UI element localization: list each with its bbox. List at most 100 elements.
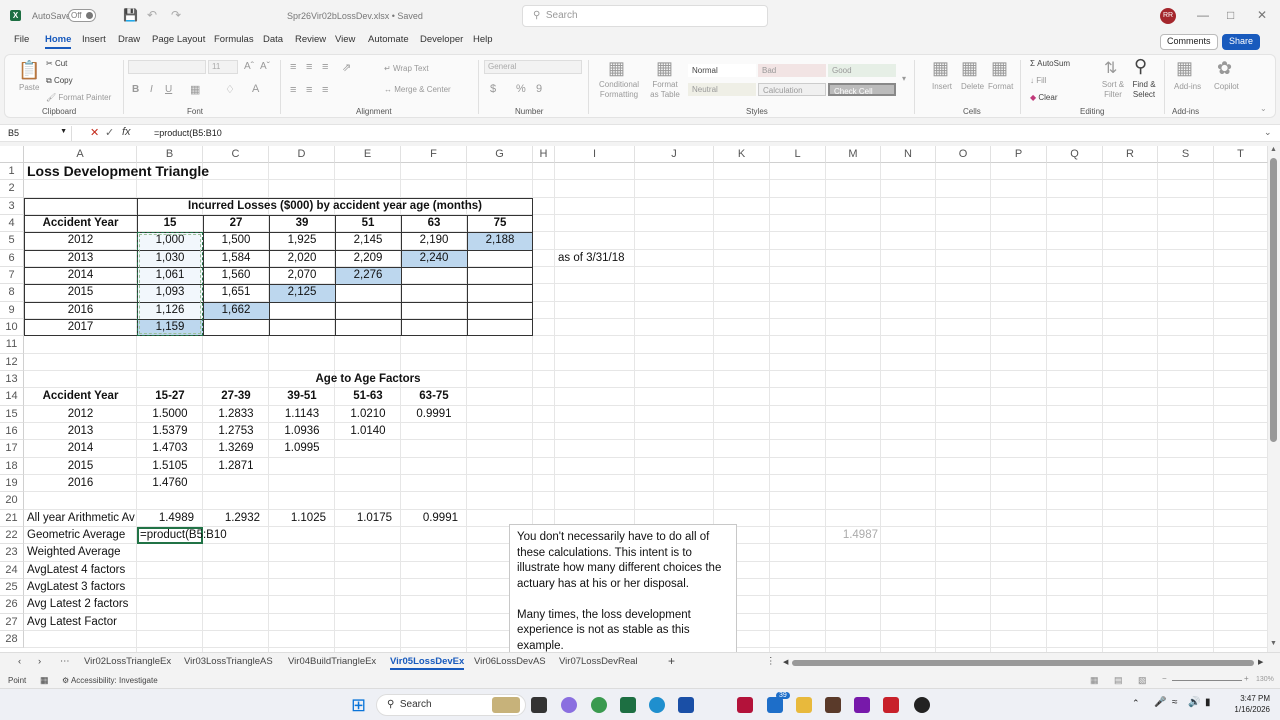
zoom-in-icon[interactable]: + — [1244, 674, 1249, 683]
excel-taskbar-icon[interactable] — [620, 697, 636, 713]
normal-view-icon[interactable]: ▦ — [1090, 675, 1099, 686]
conditional-formatting-button[interactable]: Conditional Formatting — [596, 80, 642, 100]
expand-formula-icon[interactable]: ⌄ — [1264, 127, 1272, 138]
column-header-o[interactable]: O — [936, 146, 991, 163]
column-header-b[interactable]: B — [137, 146, 203, 163]
avatar[interactable]: RR — [1160, 8, 1176, 24]
average-label[interactable]: Weighted Average — [27, 544, 200, 561]
copilot-button[interactable]: Copilot — [1214, 82, 1239, 91]
row-header-11[interactable]: 11 — [0, 336, 24, 354]
format-painter-button[interactable]: 🖌 Format Painter — [46, 93, 111, 102]
row-header-15[interactable]: 15 — [0, 405, 24, 423]
align-top-icon[interactable]: ≡ — [290, 61, 296, 73]
fill-button[interactable]: ↓ Fill — [1030, 76, 1046, 85]
tab-vir05[interactable]: Vir05LossDevEx — [390, 656, 465, 670]
accident-year-cell[interactable]: 2013 — [27, 423, 134, 440]
addins-button[interactable]: Add-ins — [1174, 82, 1201, 91]
row-header-6[interactable]: 6 — [0, 249, 24, 267]
column-header-n[interactable]: N — [881, 146, 936, 163]
clock-time[interactable]: 3:47 PM — [1220, 694, 1270, 703]
insert-function-icon[interactable]: fx — [122, 126, 131, 138]
row-header-9[interactable]: 9 — [0, 301, 24, 319]
zoom-level[interactable]: 130% — [1256, 676, 1274, 683]
average-label[interactable]: Avg Latest 2 factors — [27, 596, 200, 613]
arithmetic-average-cell[interactable]: 1.1025 — [272, 510, 332, 527]
tab-vir03[interactable]: Vir03LossTriangleAS — [184, 656, 273, 667]
format-cells-button[interactable]: Format — [988, 82, 1013, 91]
row-header-14[interactable]: 14 — [0, 388, 24, 406]
column-header-s[interactable]: S — [1158, 146, 1214, 163]
add-sheet-icon[interactable]: + — [668, 654, 675, 668]
tab-scroll-right-icon[interactable]: › — [38, 656, 41, 667]
column-header-h[interactable]: H — [533, 146, 555, 163]
row-header-12[interactable]: 12 — [0, 353, 24, 371]
column-header-m[interactable]: M — [826, 146, 881, 163]
row-header-18[interactable]: 18 — [0, 457, 24, 475]
as-of-note[interactable]: as of 3/31/18 — [558, 250, 711, 267]
align-bottom-icon[interactable]: ≡ — [322, 61, 328, 73]
delete-cells-icon[interactable]: ▦ — [961, 58, 978, 79]
menu-file[interactable]: File — [14, 34, 29, 45]
percent-icon[interactable]: % — [516, 83, 526, 95]
row-header-13[interactable]: 13 — [0, 370, 24, 389]
page-layout-view-icon[interactable]: ▤ — [1114, 675, 1123, 686]
factor-age-header[interactable]: 15-27 — [140, 388, 200, 405]
wrap-text-button[interactable]: ↵ Wrap Text — [384, 64, 429, 73]
style-good[interactable]: Good — [828, 64, 896, 77]
row-header-22[interactable]: 22 — [0, 526, 24, 545]
app-red-icon[interactable] — [737, 697, 753, 713]
menu-formulas[interactable]: Formulas — [214, 34, 254, 45]
edge-icon[interactable] — [649, 697, 665, 713]
redo-icon[interactable]: ↷ — [171, 8, 181, 22]
tray-chevron-icon[interactable]: ⌃ — [1132, 698, 1140, 709]
accident-year-cell[interactable]: 2014 — [27, 440, 134, 457]
store-icon[interactable] — [678, 697, 694, 713]
style-check-cell[interactable]: Check Cell — [828, 83, 896, 96]
factor-cell[interactable]: 1.0140 — [338, 423, 398, 440]
vertical-scroll-thumb[interactable] — [1270, 158, 1277, 442]
copilot-icon[interactable]: ✿ — [1217, 58, 1232, 79]
average-label[interactable]: AvgLatest 3 factors — [27, 579, 200, 596]
factor-age-header[interactable]: 27-39 — [206, 388, 266, 405]
share-button[interactable]: Share — [1222, 34, 1261, 50]
geometric-average-label[interactable]: Geometric Average — [27, 527, 134, 544]
underline-button[interactable]: U — [165, 84, 172, 95]
menu-draw[interactable]: Draw — [118, 34, 140, 45]
row-header-24[interactable]: 24 — [0, 561, 24, 579]
geometric-average-formula-cell[interactable]: =product(B5:B10 — [140, 527, 266, 544]
accident-year-cell[interactable]: 2012 — [27, 406, 134, 423]
tab-scroll-left-icon[interactable]: ‹ — [18, 656, 21, 667]
sort-filter-icon[interactable]: ⇅ — [1104, 58, 1117, 78]
arithmetic-average-cell[interactable]: 0.9991 — [404, 510, 464, 527]
arithmetic-average-cell[interactable]: 1.4989 — [140, 510, 200, 527]
cut-button[interactable]: ✂ Cut — [46, 59, 67, 68]
align-right-icon[interactable]: ≡ — [322, 84, 328, 96]
paste-button[interactable]: Paste — [19, 83, 39, 92]
row-header-28[interactable]: 28 — [0, 630, 24, 649]
enter-icon[interactable]: ✓ — [105, 126, 114, 139]
style-neutral[interactable]: Neutral — [688, 83, 756, 96]
average-label[interactable]: AvgLatest 4 factors — [27, 562, 200, 579]
comment-note[interactable]: You don't necessarily have to do all of … — [509, 524, 737, 652]
ghost-value-cell[interactable]: 1.4987 — [829, 527, 878, 544]
accident-year-cell[interactable]: 2016 — [27, 475, 134, 492]
microphone-icon[interactable]: 🎤 — [1154, 697, 1166, 708]
wifi-icon[interactable]: ≈ — [1172, 697, 1178, 708]
mail-icon[interactable] — [767, 697, 783, 713]
chrome-icon[interactable] — [591, 697, 607, 713]
fill-color-icon[interactable]: ♢ — [225, 83, 235, 96]
accident-year-header[interactable]: Accident Year — [27, 388, 134, 405]
factor-cell[interactable]: 1.2871 — [206, 458, 266, 475]
menu-view[interactable]: View — [335, 34, 355, 45]
comments-button[interactable]: Comments — [1160, 34, 1218, 50]
row-header-2[interactable]: 2 — [0, 180, 24, 198]
row-header-3[interactable]: 3 — [0, 197, 24, 215]
collapse-ribbon-icon[interactable]: ⌄ — [1260, 104, 1267, 113]
decrease-font-icon[interactable]: Aˇ — [260, 61, 270, 72]
row-header-26[interactable]: 26 — [0, 596, 24, 614]
format-table-icon[interactable]: ▦ — [656, 58, 673, 79]
formula-input[interactable]: =product(B5:B10 — [154, 128, 222, 138]
copilot-taskbar-icon[interactable] — [561, 697, 577, 713]
factor-cell[interactable]: 1.0995 — [272, 440, 332, 457]
search-input[interactable]: ⚲ Search — [522, 5, 768, 27]
